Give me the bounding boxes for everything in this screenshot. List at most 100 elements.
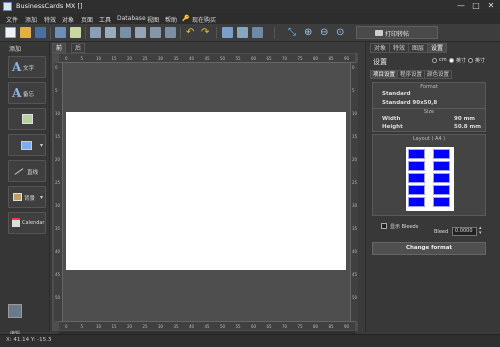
image-icon <box>22 114 33 124</box>
print-button-label: 打印转帖 <box>385 31 410 38</box>
ruler-tick-label: 15 <box>111 324 117 329</box>
ruler-tick-label: 45 <box>55 272 61 277</box>
tab-settings[interactable]: 设置 <box>427 43 448 53</box>
distribute-icon[interactable] <box>222 27 233 38</box>
menu-page[interactable]: 页面 <box>81 15 93 24</box>
minimize-button[interactable]: — <box>454 1 468 11</box>
copy-icon[interactable] <box>90 27 101 38</box>
subtab-program-settings[interactable]: 程序设置 <box>397 70 426 79</box>
undo-icon[interactable]: ↶ <box>186 27 197 38</box>
menu-file[interactable]: 文件 <box>6 15 18 24</box>
ruler-tick-label: 40 <box>189 324 195 329</box>
close-button[interactable]: ✕ <box>484 1 498 11</box>
group-icon[interactable] <box>135 27 146 38</box>
save-icon[interactable] <box>35 27 46 38</box>
bleed-input[interactable]: 0.0000 <box>452 227 477 236</box>
unit-radio-inch[interactable] <box>468 58 473 63</box>
tab-front[interactable]: 前面 <box>52 43 67 62</box>
background-icon <box>13 193 22 201</box>
tab-layers[interactable]: 图层 <box>408 43 429 53</box>
ruler-tick-label: 30 <box>158 324 164 329</box>
add-memo-button[interactable]: A 备忘 <box>8 82 46 104</box>
add-background-button[interactable]: 背景 ▾ <box>8 186 46 208</box>
menu-tools[interactable]: 工具 <box>99 15 111 24</box>
window-title: BusinessCards MX [] <box>16 2 83 10</box>
template-icon[interactable] <box>55 27 66 38</box>
add-text-label: 文字 <box>23 66 35 72</box>
height-value: 50.8 mm <box>454 124 481 130</box>
ruler-tick-label: 30 <box>55 203 61 208</box>
ruler-tick-label: 50 <box>220 56 226 61</box>
unit-radio-cm[interactable] <box>432 58 437 63</box>
add-panel-title: 添加 <box>9 46 22 53</box>
fit-page-icon[interactable]: ⤡ <box>288 27 299 38</box>
card-canvas[interactable] <box>66 112 346 270</box>
chevron-down-icon[interactable]: ▾ <box>40 142 43 149</box>
maximize-button[interactable]: □ <box>469 1 483 11</box>
send-backward-icon[interactable] <box>120 27 131 38</box>
ruler-tick-label: 0 <box>55 65 58 70</box>
ruler-tick-label: 5 <box>80 324 84 329</box>
menu-add[interactable]: 添加 <box>25 15 37 24</box>
redo-icon[interactable]: ↷ <box>201 27 212 38</box>
add-text-button[interactable]: A 文字 <box>8 56 46 78</box>
subtab-color-settings[interactable]: 颜色设置 <box>424 70 453 79</box>
layout-cell <box>408 149 425 159</box>
ruler-tick-label: 25 <box>55 180 61 185</box>
key-icon[interactable]: 🔑 <box>182 15 189 22</box>
add-shape-button[interactable]: ▾ <box>8 134 46 156</box>
chevron-down-icon[interactable]: ▾ <box>40 194 43 201</box>
open-icon[interactable] <box>20 27 31 38</box>
line-icon <box>14 168 24 175</box>
new-icon[interactable] <box>5 27 16 38</box>
shape-icon <box>21 141 32 150</box>
bring-forward-icon[interactable] <box>105 27 116 38</box>
ruler-tick-label: 25 <box>352 180 358 185</box>
format-type[interactable]: Standard <box>382 91 411 97</box>
menu-help[interactable]: 帮助 <box>165 15 177 24</box>
change-format-button[interactable]: Change format <box>372 242 486 255</box>
unit-radio-mm[interactable] <box>449 58 454 63</box>
ruler-tick-label: 0 <box>65 56 68 61</box>
menu-effects[interactable]: 特效 <box>44 15 56 24</box>
menu-view[interactable]: 视图 <box>147 15 159 24</box>
ruler-tick-label: 50 <box>55 295 61 300</box>
toolbar-separator <box>50 27 51 39</box>
print-button[interactable]: 打印转帖 <box>356 26 438 39</box>
layers-icon[interactable] <box>252 27 263 38</box>
ruler-tick-label: 40 <box>189 56 195 61</box>
layout-cell <box>433 197 450 207</box>
format-name[interactable]: Standard 90x50,8 <box>382 100 437 106</box>
ruler-tick-label: 20 <box>127 324 133 329</box>
add-line-button[interactable]: 直线 <box>8 160 46 182</box>
arrange-icon[interactable] <box>237 27 248 38</box>
align-icon[interactable] <box>165 27 176 38</box>
menu-buy-now[interactable]: 现在购买 <box>192 15 216 24</box>
toolbar-separator <box>180 27 181 39</box>
zoom-out-icon[interactable]: ⊖ <box>320 27 331 38</box>
ruler-tick-label: 45 <box>352 272 358 277</box>
stepper-icon[interactable]: ▴ ▾ <box>479 226 482 236</box>
image-icon[interactable] <box>70 27 81 38</box>
show-bleeds-checkbox[interactable] <box>381 223 387 229</box>
ruler-tick-label: 50 <box>220 324 226 329</box>
menu-database[interactable]: Database <box>117 15 146 22</box>
ruler-tick-label: 90 <box>344 324 350 329</box>
add-calendar-button[interactable]: Calendar <box>8 212 46 234</box>
add-image-button[interactable] <box>8 108 46 130</box>
toolbar-separator <box>216 27 217 39</box>
tab-effects[interactable]: 特效 <box>389 43 410 53</box>
ungroup-icon[interactable] <box>150 27 161 38</box>
ruler-tick-label: 5 <box>80 56 84 61</box>
subtab-project-settings[interactable]: 项目设置 <box>370 70 399 79</box>
tab-back[interactable]: 后面 <box>71 43 86 62</box>
height-label: Height <box>382 124 403 130</box>
zoom-in-icon[interactable]: ⊕ <box>304 27 315 38</box>
ruler-tick-label: 10 <box>96 324 102 329</box>
ruler-tick-label: 45 <box>204 324 210 329</box>
zoom-icon[interactable]: ⊙ <box>336 27 347 38</box>
menu-object[interactable]: 对象 <box>62 15 74 24</box>
tab-objects[interactable]: 对象 <box>370 43 391 53</box>
user-avatar-thumbnail[interactable] <box>8 304 22 318</box>
size-group: Size Width 90 mm Height 50.8 mm <box>372 108 486 132</box>
